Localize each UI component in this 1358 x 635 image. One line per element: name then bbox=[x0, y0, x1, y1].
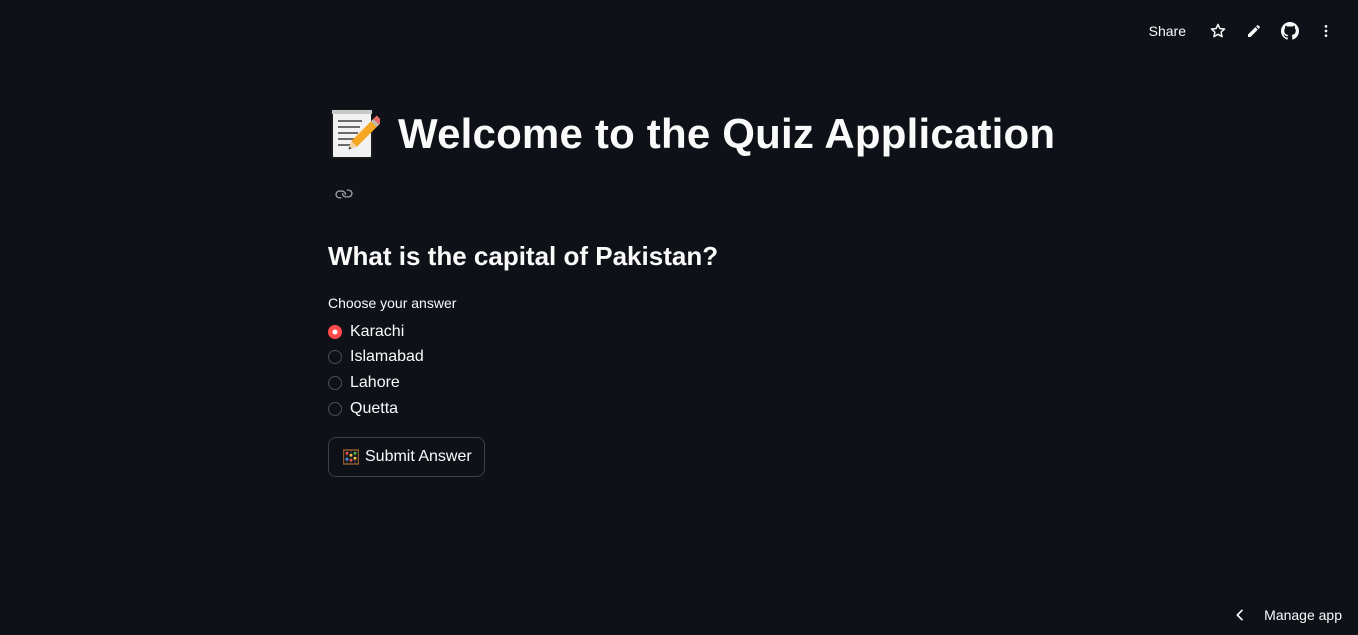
github-icon bbox=[1281, 22, 1299, 40]
submit-answer-button[interactable]: Submit Answer bbox=[328, 437, 485, 477]
abacus-emoji-icon bbox=[343, 449, 359, 465]
header-anchor-link[interactable] bbox=[334, 184, 354, 204]
radio-button[interactable] bbox=[328, 350, 342, 365]
manage-app-label: Manage app bbox=[1264, 607, 1342, 623]
manage-app-button[interactable]: Manage app bbox=[1232, 607, 1342, 623]
star-icon bbox=[1210, 23, 1226, 38]
main-menu-button[interactable] bbox=[1308, 13, 1344, 49]
radio-option-karachi[interactable]: Karachi bbox=[328, 319, 424, 345]
radio-option-lahore[interactable]: Lahore bbox=[328, 370, 424, 396]
page-title: Welcome to the Quiz Application bbox=[398, 110, 1056, 157]
radio-option-label: Islamabad bbox=[350, 348, 424, 366]
submit-button-label: Submit Answer bbox=[365, 448, 472, 465]
github-button[interactable] bbox=[1272, 13, 1308, 49]
radio-option-label: Lahore bbox=[350, 373, 400, 391]
radio-option-label: Quetta bbox=[350, 399, 399, 417]
pencil-icon bbox=[1248, 24, 1261, 37]
radio-option-islamabad[interactable]: Islamabad bbox=[328, 345, 424, 371]
memo-emoji-icon bbox=[331, 109, 380, 159]
star-button[interactable] bbox=[1200, 13, 1236, 49]
radio-button[interactable] bbox=[328, 401, 342, 416]
question-heading: What is the capital of Pakistan? bbox=[328, 241, 719, 271]
radio-button-selected[interactable] bbox=[328, 324, 342, 339]
radio-button[interactable] bbox=[328, 375, 342, 390]
more-vertical-icon bbox=[1324, 25, 1328, 37]
answer-radio-group: Karachi Islamabad Lahore Quetta bbox=[328, 319, 424, 421]
radio-option-label: Karachi bbox=[350, 322, 405, 340]
top-toolbar: Share bbox=[1141, 0, 1358, 62]
share-button[interactable]: Share bbox=[1141, 17, 1194, 45]
radio-group-label: Choose your answer bbox=[328, 295, 457, 311]
page-header: Welcome to the Quiz Application bbox=[330, 108, 1055, 160]
link-icon bbox=[335, 189, 353, 199]
chevron-left-icon bbox=[1236, 609, 1243, 621]
edit-button[interactable] bbox=[1236, 13, 1272, 49]
radio-option-quetta[interactable]: Quetta bbox=[328, 396, 424, 422]
